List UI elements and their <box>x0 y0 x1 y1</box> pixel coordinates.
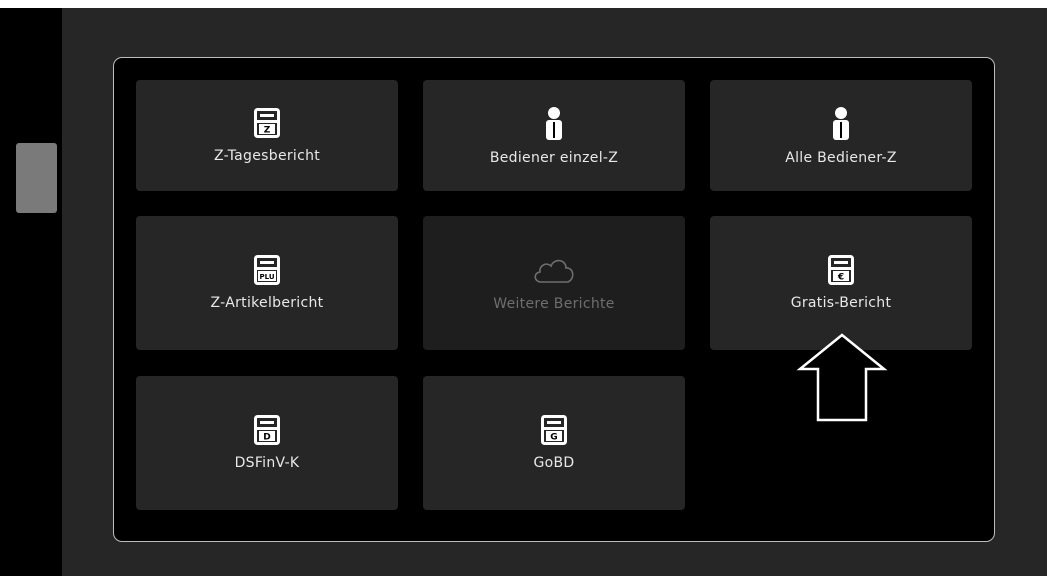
tile-label: DSFinV-K <box>234 455 300 471</box>
z-tagesbericht-button[interactable]: Z Z-Tagesbericht <box>136 80 398 191</box>
svg-text:€: € <box>837 273 844 283</box>
left-bezel <box>0 8 62 576</box>
register-free-icon: € <box>828 255 854 285</box>
reports-dialog: Z Z-Tagesbericht Bediener einzel-Z Alle … <box>113 57 995 542</box>
tile-label: Alle Bediener-Z <box>785 149 897 166</box>
weitere-berichte-button: Weitere Berichte <box>423 216 685 350</box>
svg-text:D: D <box>263 433 270 443</box>
top-border <box>0 0 1053 8</box>
person-icon <box>546 106 562 140</box>
svg-text:Z: Z <box>264 125 271 135</box>
tile-label: Bediener einzel-Z <box>489 149 619 166</box>
tile-label: Gratis-Bericht <box>790 295 892 311</box>
gratis-bericht-button[interactable]: € Gratis-Bericht <box>710 216 972 350</box>
alle-bediener-z-button[interactable]: Alle Bediener-Z <box>710 80 972 191</box>
register-g-icon: G <box>541 415 567 445</box>
person-icon <box>833 106 849 140</box>
dsfinv-k-button[interactable]: D DSFinV-K <box>136 376 398 510</box>
cloud-icon <box>534 259 574 283</box>
side-pull-tab[interactable] <box>16 143 57 213</box>
tile-label: Weitere Berichte <box>493 296 615 312</box>
tile-label: GoBD <box>533 455 575 471</box>
register-z-icon: Z <box>254 107 280 138</box>
up-arrow-icon <box>796 333 888 422</box>
tile-label: Z-Tagesbericht <box>213 147 321 164</box>
gobd-button[interactable]: G GoBD <box>423 376 685 510</box>
tile-label: Z-Artikelbericht <box>210 295 324 311</box>
register-plu-icon: PLU <box>254 255 280 285</box>
z-artikelbericht-button[interactable]: PLU Z-Artikelbericht <box>136 216 398 350</box>
register-d-icon: D <box>254 415 280 445</box>
bediener-einzel-z-button[interactable]: Bediener einzel-Z <box>423 80 685 191</box>
svg-text:PLU: PLU <box>259 273 274 281</box>
svg-text:G: G <box>550 433 557 443</box>
